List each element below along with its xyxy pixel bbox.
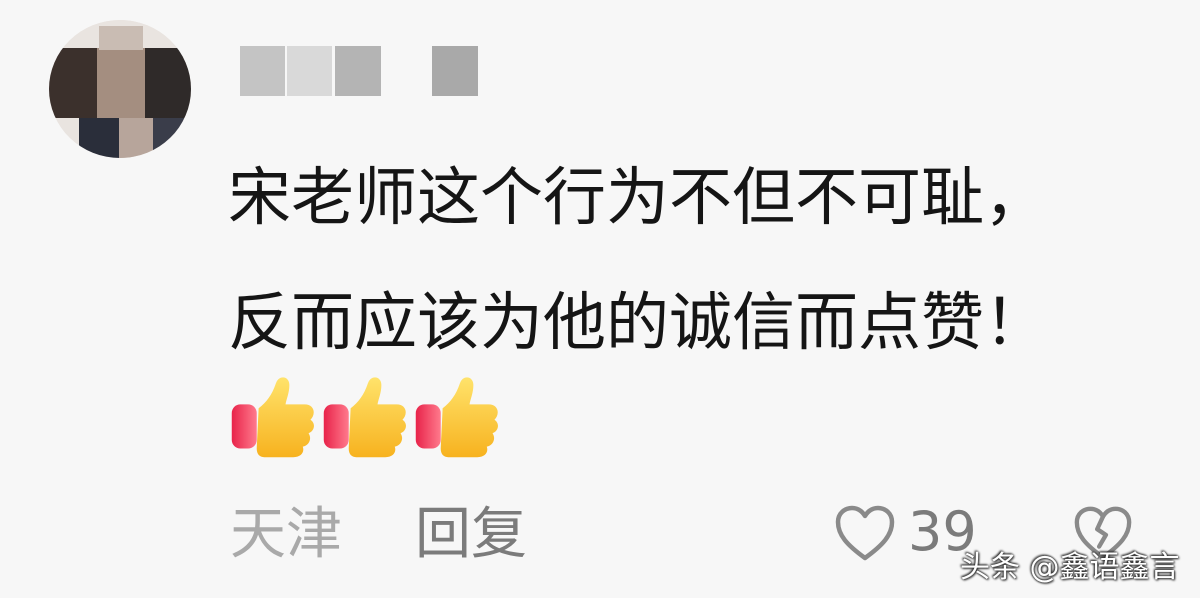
comment-card: 宋老师这个行为不但不可耻， 反而应该为他的诚信而点赞！ 天津 回复 39 头条 … [0,0,1200,598]
comment-text: 宋老师这个行为不但不可耻， 反而应该为他的诚信而点赞！ [228,135,1188,385]
watermark: 头条 @鑫语鑫言 [960,550,1180,585]
username-redacted[interactable] [240,46,490,98]
emoji-row [226,366,502,466]
thumbs-up-icon [231,377,314,458]
comment-location: 天津 [230,502,342,567]
thumbs-up-icon [415,377,498,458]
user-avatar[interactable] [49,20,191,158]
comment-line-1: 宋老师这个行为不但不可耻， [228,161,1047,234]
thumbs-up-icon [323,377,406,458]
reply-button[interactable]: 回复 [415,500,527,570]
heart-outline-icon[interactable] [833,503,897,563]
